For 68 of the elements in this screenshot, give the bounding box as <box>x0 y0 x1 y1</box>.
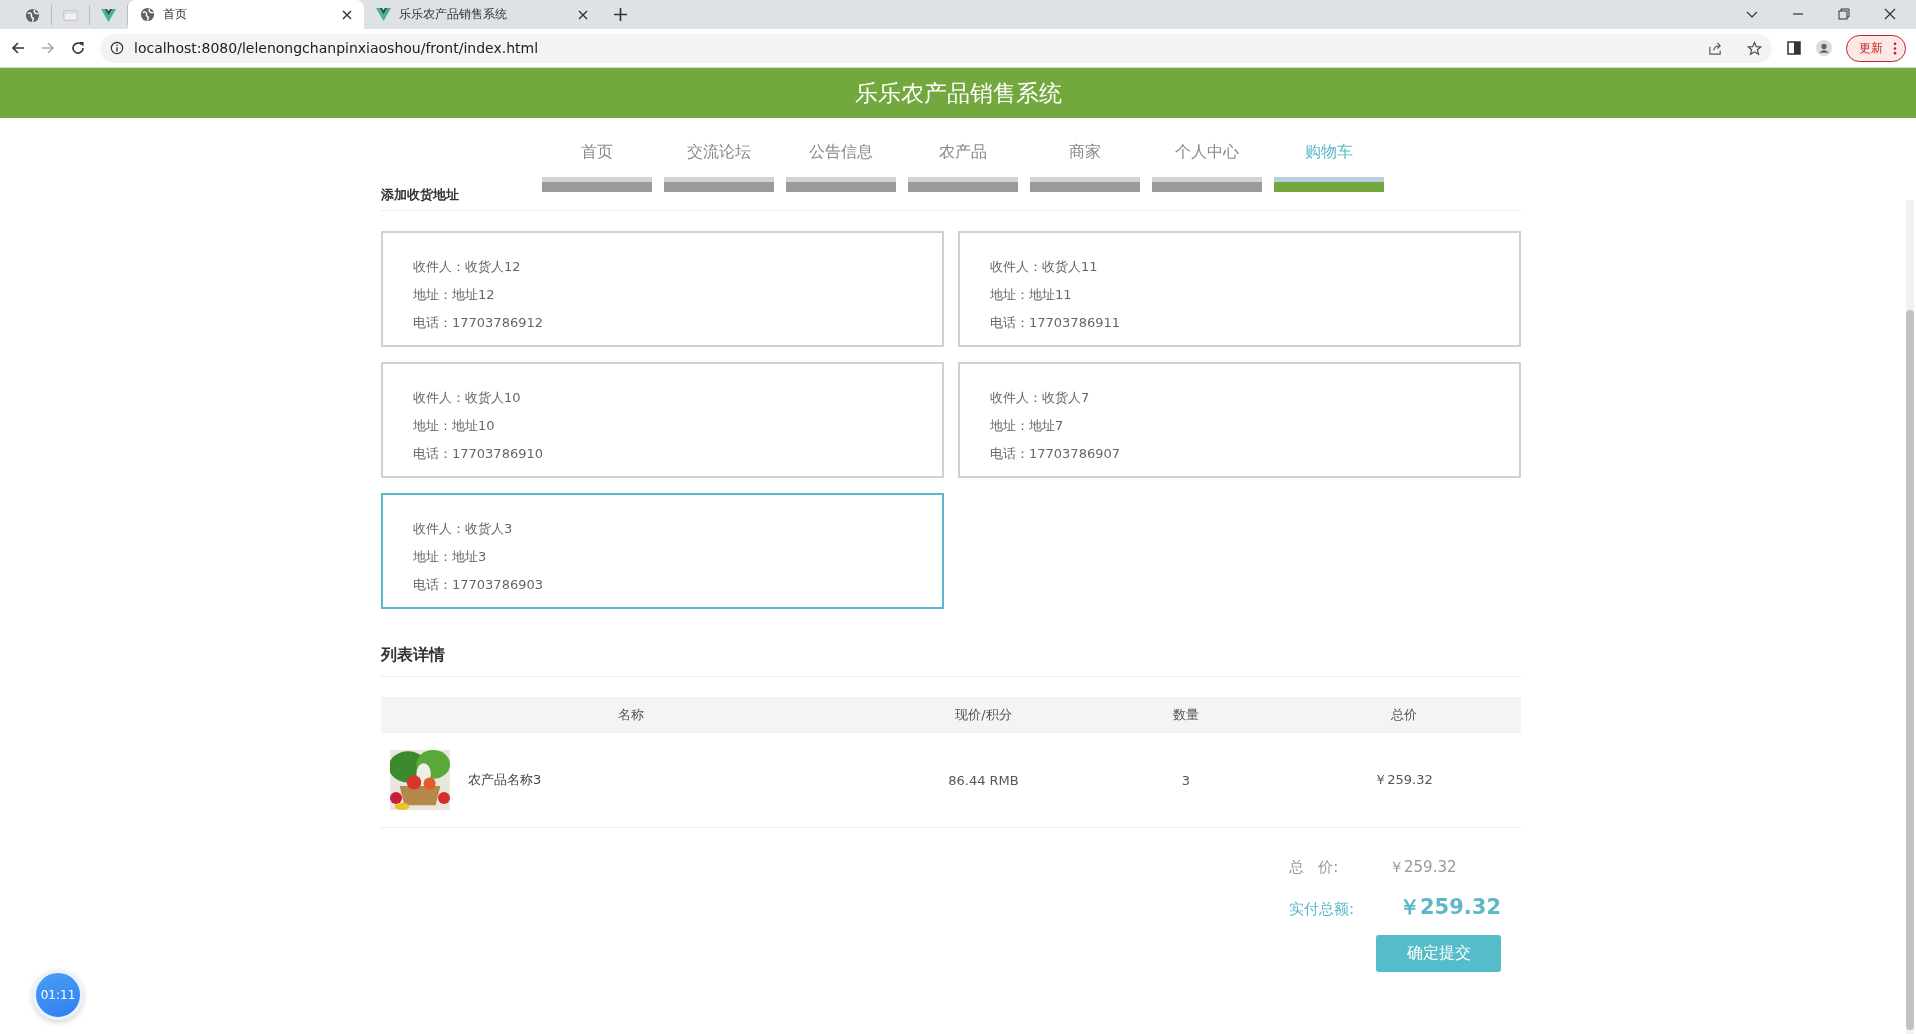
browser-tab[interactable]: 首页 <box>128 0 364 29</box>
v-logo-icon <box>101 7 116 23</box>
nav-tab[interactable]: 公告信息 <box>786 118 896 192</box>
address-card[interactable]: 收件人：收货人12 地址：地址12 电话：17703786912 <box>381 231 944 347</box>
site-title: 乐乐农产品销售系统 <box>854 78 1062 108</box>
reload-icon[interactable] <box>70 40 86 56</box>
scrollbar[interactable] <box>1906 200 1914 1034</box>
nav-tab[interactable]: 商家 <box>1030 118 1140 192</box>
column-header: 数量 <box>1172 706 1200 724</box>
address-line: 地址：地址12 <box>413 286 496 304</box>
sidebar-icon[interactable] <box>1786 40 1802 56</box>
address-line: 地址：地址7 <box>990 417 1065 435</box>
new-tab-icon[interactable] <box>614 8 627 21</box>
address-line: 收件人：收货人11 <box>990 258 1099 276</box>
more-icon <box>1893 41 1897 55</box>
total-label: 总 价: <box>1289 858 1340 877</box>
table-cell-text: 86.44 RMB <box>947 772 1020 788</box>
section-title: 添加收货地址 <box>381 182 1521 211</box>
address-line: 收件人：收货人7 <box>990 389 1091 407</box>
table-cell-text: 3 <box>1180 772 1192 788</box>
update-button[interactable]: 更新 <box>1846 34 1906 62</box>
tab-title: 乐乐农产品销售系统 <box>399 6 508 23</box>
address-card[interactable]: 收件人：收货人3 地址：地址3 电话：17703786903 <box>381 493 944 609</box>
back-icon[interactable] <box>10 40 26 56</box>
address-field[interactable]: localhost:8080/lelenongchanpinxiaoshou/front/index.html <box>100 33 1772 63</box>
address-card[interactable]: 收件人：收货人11 地址：地址11 电话：17703786911 <box>958 231 1521 347</box>
close-icon[interactable] <box>578 9 588 20</box>
product-name: 农产品名称3 <box>468 771 542 789</box>
table-cell-text: ￥259.32 <box>1373 771 1434 789</box>
address-line: 电话：17703786907 <box>990 445 1121 463</box>
v-logo-icon <box>376 7 391 22</box>
globe-icon <box>25 7 40 23</box>
address-line: 电话：17703786912 <box>413 314 544 332</box>
page-icon <box>63 7 78 23</box>
column-header: 总价 <box>1389 706 1418 724</box>
column-header: 现价/积分 <box>954 706 1013 724</box>
info-icon <box>110 41 124 55</box>
paid-label: 实付总额: <box>1289 900 1356 919</box>
browser-tab[interactable]: 乐乐农产品销售系统 <box>364 0 600 29</box>
section-title: 列表详情 <box>381 645 1521 677</box>
address-line: 电话：17703786910 <box>413 445 544 463</box>
address-line: 收件人：收货人10 <box>413 389 522 407</box>
column-header: 名称 <box>617 706 645 724</box>
url-text: localhost:8080/lelenongchanpinxiaoshou/front/index.html <box>134 40 539 56</box>
close-icon[interactable] <box>1884 8 1896 20</box>
paid-value: ￥259.32 <box>1398 894 1501 921</box>
address-line: 收件人：收货人12 <box>413 258 522 276</box>
nav-tab[interactable]: 首页 <box>542 118 652 192</box>
address-line: 收件人：收货人3 <box>413 520 514 538</box>
nav-tab[interactable]: 个人中心 <box>1152 118 1262 192</box>
timer-badge: 01:11 <box>33 970 83 1020</box>
tab-title: 首页 <box>163 6 188 23</box>
address-line: 地址：地址11 <box>990 286 1073 304</box>
address-card[interactable]: 收件人：收货人10 地址：地址10 电话：17703786910 <box>381 362 944 478</box>
restore-icon[interactable] <box>1838 8 1850 20</box>
nav-tab[interactable]: 农产品 <box>908 118 1018 192</box>
address-line: 电话：17703786911 <box>990 314 1121 332</box>
total-value: ￥259.32 <box>1389 858 1457 877</box>
globe-icon <box>140 7 155 22</box>
address-line: 电话：17703786903 <box>413 576 544 594</box>
share-icon[interactable] <box>1708 40 1723 56</box>
nav-tab[interactable]: 交流论坛 <box>664 118 774 192</box>
profile-icon[interactable] <box>1816 40 1832 56</box>
star-icon[interactable] <box>1747 40 1762 56</box>
address-line: 地址：地址3 <box>413 548 488 566</box>
address-card[interactable]: 收件人：收货人7 地址：地址7 电话：17703786907 <box>958 362 1521 478</box>
close-icon[interactable] <box>342 9 352 20</box>
address-line: 地址：地址10 <box>413 417 496 435</box>
